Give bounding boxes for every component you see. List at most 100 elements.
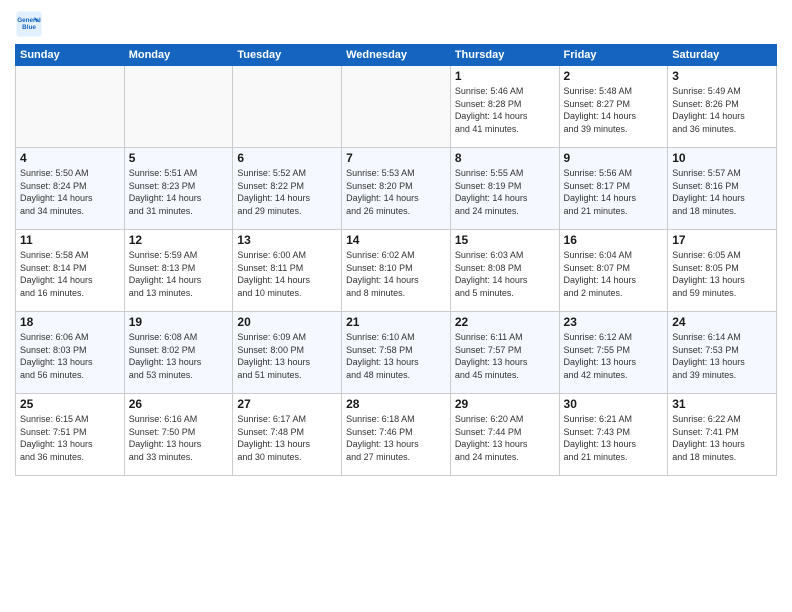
day-info: Sunrise: 5:46 AM Sunset: 8:28 PM Dayligh… xyxy=(455,85,555,135)
day-number: 4 xyxy=(20,151,120,165)
day-number: 20 xyxy=(237,315,337,329)
day-info: Sunrise: 6:18 AM Sunset: 7:46 PM Dayligh… xyxy=(346,413,446,463)
day-info: Sunrise: 5:56 AM Sunset: 8:17 PM Dayligh… xyxy=(564,167,664,217)
calendar-cell: 10 Sunrise: 5:57 AM Sunset: 8:16 PM Dayli… xyxy=(668,148,777,230)
day-number: 1 xyxy=(455,69,555,83)
calendar-cell: 18 Sunrise: 6:06 AM Sunset: 8:03 PM Dayli… xyxy=(16,312,125,394)
weekday-header: Saturday xyxy=(668,45,777,66)
calendar-cell xyxy=(342,66,451,148)
calendar-cell xyxy=(124,66,233,148)
calendar-cell: 20Sunrise: 6:09 AM Sunset: 8:00 PM Dayli… xyxy=(233,312,342,394)
calendar-week-row: 11 Sunrise: 5:58 AM Sunset: 8:14 PM Dayli… xyxy=(16,230,777,312)
day-number: 5 xyxy=(129,151,229,165)
calendar-cell: 21 Sunrise: 6:10 AM Sunset: 7:58 PM Dayli… xyxy=(342,312,451,394)
day-number: 14 xyxy=(346,233,446,247)
calendar-week-row: 18 Sunrise: 6:06 AM Sunset: 8:03 PM Dayli… xyxy=(16,312,777,394)
calendar-table: SundayMondayTuesdayWednesdayThursdayFrid… xyxy=(15,44,777,476)
weekday-header: Sunday xyxy=(16,45,125,66)
day-info: Sunrise: 6:08 AM Sunset: 8:02 PM Dayligh… xyxy=(129,331,229,381)
page: General Blue SundayMondayTuesdayWednesda… xyxy=(0,0,792,486)
weekday-header: Tuesday xyxy=(233,45,342,66)
calendar-cell: 3Sunrise: 5:49 AM Sunset: 8:26 PM Daylig… xyxy=(668,66,777,148)
day-number: 11 xyxy=(20,233,120,247)
calendar-cell: 2 Sunrise: 5:48 AM Sunset: 8:27 PM Daylig… xyxy=(559,66,668,148)
day-number: 8 xyxy=(455,151,555,165)
day-number: 16 xyxy=(564,233,664,247)
day-number: 18 xyxy=(20,315,120,329)
day-number: 10 xyxy=(672,151,772,165)
calendar-cell xyxy=(233,66,342,148)
calendar-cell: 23Sunrise: 6:12 AM Sunset: 7:55 PM Dayli… xyxy=(559,312,668,394)
day-number: 13 xyxy=(237,233,337,247)
day-info: Sunrise: 6:02 AM Sunset: 8:10 PM Dayligh… xyxy=(346,249,446,299)
calendar-cell: 28 Sunrise: 6:18 AM Sunset: 7:46 PM Dayli… xyxy=(342,394,451,476)
day-number: 6 xyxy=(237,151,337,165)
day-info: Sunrise: 6:10 AM Sunset: 7:58 PM Dayligh… xyxy=(346,331,446,381)
day-info: Sunrise: 6:00 AM Sunset: 8:11 PM Dayligh… xyxy=(237,249,337,299)
day-info: Sunrise: 5:59 AM Sunset: 8:13 PM Dayligh… xyxy=(129,249,229,299)
day-info: Sunrise: 5:53 AM Sunset: 8:20 PM Dayligh… xyxy=(346,167,446,217)
calendar-body: 1 Sunrise: 5:46 AM Sunset: 8:28 PM Daylig… xyxy=(16,66,777,476)
calendar-week-row: 1 Sunrise: 5:46 AM Sunset: 8:28 PM Daylig… xyxy=(16,66,777,148)
logo-icon: General Blue xyxy=(15,10,43,38)
logo: General Blue xyxy=(15,10,47,38)
calendar-cell: 14 Sunrise: 6:02 AM Sunset: 8:10 PM Dayli… xyxy=(342,230,451,312)
day-number: 27 xyxy=(237,397,337,411)
weekday-header: Wednesday xyxy=(342,45,451,66)
day-info: Sunrise: 6:06 AM Sunset: 8:03 PM Dayligh… xyxy=(20,331,120,381)
calendar-cell: 12 Sunrise: 5:59 AM Sunset: 8:13 PM Dayli… xyxy=(124,230,233,312)
calendar-cell: 26Sunrise: 6:16 AM Sunset: 7:50 PM Dayli… xyxy=(124,394,233,476)
day-info: Sunrise: 5:48 AM Sunset: 8:27 PM Dayligh… xyxy=(564,85,664,135)
calendar-cell: 4 Sunrise: 5:50 AM Sunset: 8:24 PM Daylig… xyxy=(16,148,125,230)
day-info: Sunrise: 6:14 AM Sunset: 7:53 PM Dayligh… xyxy=(672,331,772,381)
day-info: Sunrise: 5:57 AM Sunset: 8:16 PM Dayligh… xyxy=(672,167,772,217)
calendar-header: SundayMondayTuesdayWednesdayThursdayFrid… xyxy=(16,45,777,66)
calendar-cell: 29Sunrise: 6:20 AM Sunset: 7:44 PM Dayli… xyxy=(450,394,559,476)
day-info: Sunrise: 5:55 AM Sunset: 8:19 PM Dayligh… xyxy=(455,167,555,217)
day-number: 25 xyxy=(20,397,120,411)
day-number: 15 xyxy=(455,233,555,247)
day-number: 19 xyxy=(129,315,229,329)
calendar-cell: 17Sunrise: 6:05 AM Sunset: 8:05 PM Dayli… xyxy=(668,230,777,312)
calendar-cell: 22Sunrise: 6:11 AM Sunset: 7:57 PM Dayli… xyxy=(450,312,559,394)
calendar-cell: 25 Sunrise: 6:15 AM Sunset: 7:51 PM Dayli… xyxy=(16,394,125,476)
day-number: 26 xyxy=(129,397,229,411)
svg-text:Blue: Blue xyxy=(22,24,36,31)
calendar-cell: 19 Sunrise: 6:08 AM Sunset: 8:02 PM Dayli… xyxy=(124,312,233,394)
day-number: 24 xyxy=(672,315,772,329)
day-info: Sunrise: 6:21 AM Sunset: 7:43 PM Dayligh… xyxy=(564,413,664,463)
day-number: 9 xyxy=(564,151,664,165)
calendar-cell: 13 Sunrise: 6:00 AM Sunset: 8:11 PM Dayli… xyxy=(233,230,342,312)
calendar-cell: 11 Sunrise: 5:58 AM Sunset: 8:14 PM Dayli… xyxy=(16,230,125,312)
calendar-cell: 6 Sunrise: 5:52 AM Sunset: 8:22 PM Daylig… xyxy=(233,148,342,230)
day-info: Sunrise: 6:03 AM Sunset: 8:08 PM Dayligh… xyxy=(455,249,555,299)
day-info: Sunrise: 5:58 AM Sunset: 8:14 PM Dayligh… xyxy=(20,249,120,299)
day-info: Sunrise: 5:52 AM Sunset: 8:22 PM Dayligh… xyxy=(237,167,337,217)
calendar-cell: 15 Sunrise: 6:03 AM Sunset: 8:08 PM Dayli… xyxy=(450,230,559,312)
weekday-header: Monday xyxy=(124,45,233,66)
day-number: 28 xyxy=(346,397,446,411)
weekday-header: Thursday xyxy=(450,45,559,66)
weekday-header: Friday xyxy=(559,45,668,66)
calendar-cell: 5 Sunrise: 5:51 AM Sunset: 8:23 PM Daylig… xyxy=(124,148,233,230)
day-info: Sunrise: 6:20 AM Sunset: 7:44 PM Dayligh… xyxy=(455,413,555,463)
day-info: Sunrise: 5:51 AM Sunset: 8:23 PM Dayligh… xyxy=(129,167,229,217)
calendar-cell: 8 Sunrise: 5:55 AM Sunset: 8:19 PM Daylig… xyxy=(450,148,559,230)
calendar-cell: 24 Sunrise: 6:14 AM Sunset: 7:53 PM Dayli… xyxy=(668,312,777,394)
calendar-cell: 16 Sunrise: 6:04 AM Sunset: 8:07 PM Dayli… xyxy=(559,230,668,312)
day-info: Sunrise: 6:17 AM Sunset: 7:48 PM Dayligh… xyxy=(237,413,337,463)
day-number: 7 xyxy=(346,151,446,165)
day-info: Sunrise: 6:04 AM Sunset: 8:07 PM Dayligh… xyxy=(564,249,664,299)
calendar-week-row: 4 Sunrise: 5:50 AM Sunset: 8:24 PM Daylig… xyxy=(16,148,777,230)
day-number: 3 xyxy=(672,69,772,83)
calendar-week-row: 25 Sunrise: 6:15 AM Sunset: 7:51 PM Dayli… xyxy=(16,394,777,476)
calendar-cell xyxy=(16,66,125,148)
day-number: 12 xyxy=(129,233,229,247)
day-number: 2 xyxy=(564,69,664,83)
weekday-row: SundayMondayTuesdayWednesdayThursdayFrid… xyxy=(16,45,777,66)
day-number: 23 xyxy=(564,315,664,329)
day-info: Sunrise: 6:15 AM Sunset: 7:51 PM Dayligh… xyxy=(20,413,120,463)
day-info: Sunrise: 5:50 AM Sunset: 8:24 PM Dayligh… xyxy=(20,167,120,217)
day-number: 21 xyxy=(346,315,446,329)
calendar-cell: 7 Sunrise: 5:53 AM Sunset: 8:20 PM Daylig… xyxy=(342,148,451,230)
